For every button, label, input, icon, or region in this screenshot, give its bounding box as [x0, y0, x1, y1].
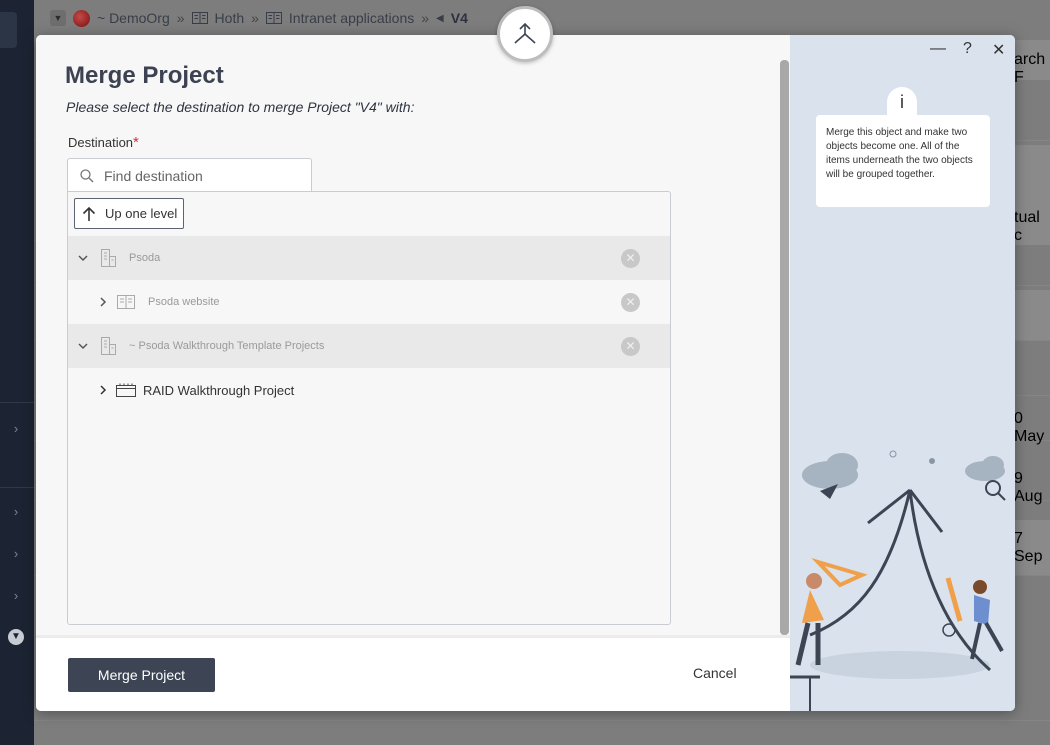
info-text: Merge this object and make two objects b…: [816, 115, 990, 207]
date-fragment: 7 Sep: [1014, 530, 1043, 565]
breadcrumb-item-current: V4: [450, 10, 468, 26]
tree-item-label: ~ Psoda Walkthrough Template Projects: [129, 340, 325, 352]
chevron-down-icon[interactable]: [77, 252, 89, 264]
destination-search[interactable]: [67, 158, 312, 192]
cancel-button[interactable]: Cancel: [693, 665, 737, 681]
dialog-footer: Merge Project Cancel: [36, 635, 791, 711]
tree-item-label: Psoda website: [148, 296, 220, 308]
nav-divider: [0, 402, 34, 403]
merge-action-icon: [497, 6, 553, 62]
breadcrumb-dropdown-icon[interactable]: ▼: [50, 10, 66, 26]
clear-icon[interactable]: ✕: [621, 248, 640, 268]
up-one-level-label: Up one level: [105, 206, 178, 221]
help-icon[interactable]: ?: [963, 40, 972, 58]
breadcrumb-separator: »: [421, 10, 430, 26]
minimize-icon[interactable]: —: [930, 40, 946, 58]
breadcrumb-item-intranet[interactable]: Intranet applications: [289, 10, 414, 26]
destination-search-input[interactable]: [102, 166, 302, 185]
dialog-main-area: Merge Project Please select the destinat…: [36, 35, 791, 635]
breadcrumb: ▼ ~ DemoOrg » Hoth » Intranet applicatio…: [50, 6, 468, 30]
book-icon: [191, 12, 208, 24]
dialog-subtitle: Please select the destination to merge P…: [66, 99, 415, 115]
tree-row[interactable]: Psoda website ✕: [68, 280, 670, 324]
merge-illustration: [790, 450, 1006, 711]
close-icon[interactable]: ✕: [992, 40, 1005, 60]
destination-label-text: Destination: [68, 135, 134, 150]
dialog-scrollbar[interactable]: [780, 60, 789, 635]
chevron-right-icon[interactable]: [97, 296, 109, 308]
book-icon: [265, 12, 282, 24]
destination-label: Destination*: [68, 134, 139, 151]
required-marker: *: [133, 134, 139, 151]
project-icon: [116, 383, 136, 397]
dialog-title: Merge Project: [65, 62, 224, 89]
breadcrumb-item-hoth[interactable]: Hoth: [215, 10, 245, 26]
clear-icon[interactable]: ✕: [621, 336, 640, 356]
nav-tab[interactable]: [0, 12, 17, 48]
info-side-panel: — ? ✕ i Merge this object and make two o…: [790, 35, 1015, 711]
destination-tree: Up one level Psoda ✕ Psoda website ✕ ~ P: [67, 191, 671, 625]
breadcrumb-separator: »: [176, 10, 185, 26]
tree-row[interactable]: ~ Psoda Walkthrough Template Projects ✕: [68, 324, 670, 368]
search-icon: [80, 168, 94, 182]
merge-project-button[interactable]: Merge Project: [68, 658, 215, 692]
chevron-right-icon[interactable]: ›: [8, 546, 24, 562]
merge-icon: [514, 22, 536, 44]
building-icon: [101, 249, 116, 267]
up-one-level-button[interactable]: Up one level: [74, 198, 184, 229]
chevron-right-icon[interactable]: ›: [8, 588, 24, 604]
tree-item-label[interactable]: RAID Walkthrough Project: [143, 383, 294, 398]
merge-project-dialog: Merge Project Please select the destinat…: [36, 35, 1015, 711]
organization-icon: [73, 9, 90, 27]
tree-row[interactable]: Psoda ✕: [68, 236, 670, 280]
building-icon: [101, 337, 116, 355]
nav-divider: [0, 487, 34, 488]
arrow-up-icon: [82, 206, 96, 221]
chevron-right-icon[interactable]: [97, 384, 109, 396]
info-icon: i: [887, 87, 917, 117]
chevron-down-icon[interactable]: [77, 340, 89, 352]
tree-row[interactable]: RAID Walkthrough Project: [68, 368, 670, 412]
tree-item-label: Psoda: [129, 252, 161, 264]
chevron-down-circle-icon[interactable]: ▼: [8, 629, 24, 645]
book-icon: [117, 295, 135, 309]
breadcrumb-separator: »: [251, 10, 259, 26]
caret-left-icon: ◀: [436, 12, 444, 24]
left-navigation-bar: › › › › ▼: [0, 0, 34, 745]
clear-icon[interactable]: ✕: [621, 292, 640, 312]
chevron-right-icon[interactable]: ›: [8, 421, 24, 437]
breadcrumb-item-org[interactable]: ~ DemoOrg: [97, 10, 170, 26]
chevron-right-icon[interactable]: ›: [8, 504, 24, 520]
